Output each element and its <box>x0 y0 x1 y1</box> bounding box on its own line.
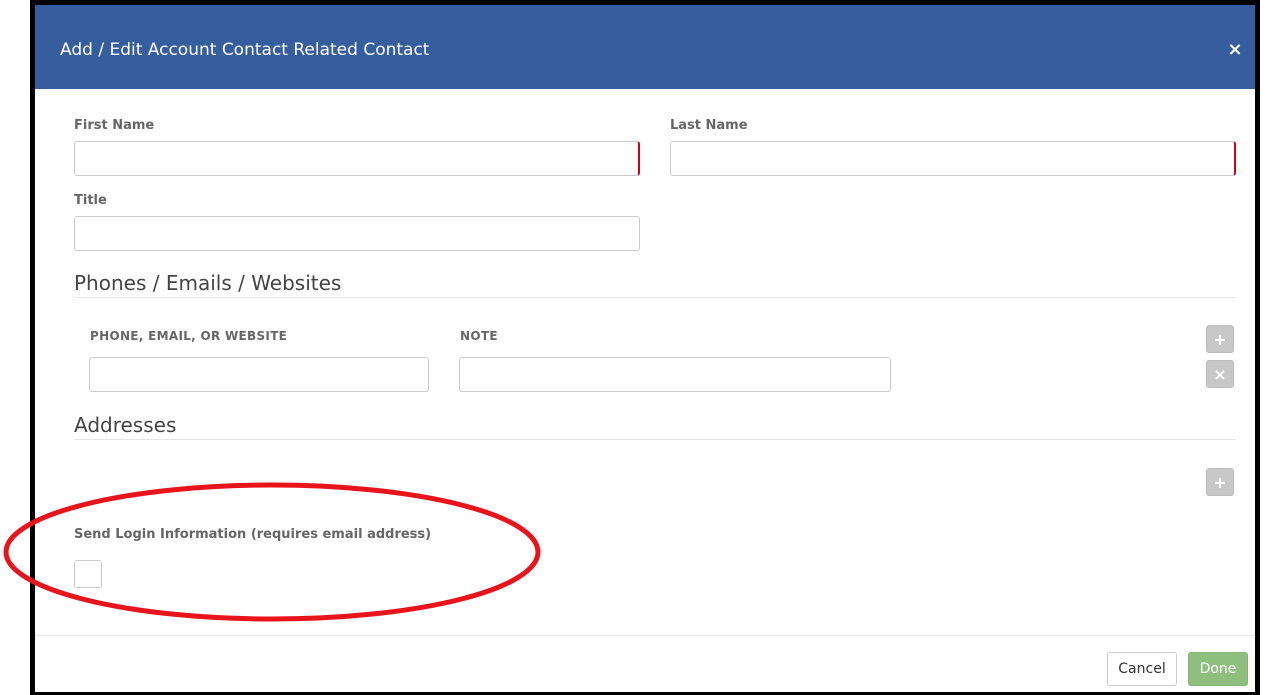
add-address-button[interactable]: + <box>1206 468 1234 496</box>
send-login-label: Send Login Information (requires email a… <box>74 527 432 542</box>
dialog-title: Add / Edit Account Contact Related Conta… <box>60 40 430 60</box>
phone-column-header: PHONE, EMAIL, OR WEBSITE <box>90 329 288 343</box>
addresses-section-divider <box>74 439 1236 440</box>
cancel-button[interactable]: Cancel <box>1107 652 1177 686</box>
footer-divider <box>35 635 1255 636</box>
first-name-field[interactable] <box>74 141 640 176</box>
last-name-field[interactable] <box>670 141 1236 176</box>
dialog: Add / Edit Account Contact Related Conta… <box>30 0 1260 695</box>
dialog-header: Add / Edit Account Contact Related Conta… <box>35 5 1255 89</box>
title-field[interactable] <box>74 216 640 251</box>
note-field[interactable] <box>459 357 891 392</box>
add-phone-button[interactable]: + <box>1206 325 1234 353</box>
note-column-header: NOTE <box>460 329 498 343</box>
addresses-section-heading: Addresses <box>74 413 177 437</box>
title-label: Title <box>74 193 107 208</box>
plus-icon: + <box>1213 473 1227 492</box>
phone-email-website-field[interactable] <box>89 357 429 392</box>
plus-icon: + <box>1213 330 1227 349</box>
phones-section-divider <box>74 297 1236 298</box>
close-icon[interactable]: × <box>1225 40 1245 60</box>
remove-icon: × <box>1213 365 1227 384</box>
last-name-label: Last Name <box>670 118 748 133</box>
first-name-label: First Name <box>74 118 155 133</box>
done-button[interactable]: Done <box>1188 652 1248 686</box>
phones-section-heading: Phones / Emails / Websites <box>74 271 342 295</box>
remove-phone-button[interactable]: × <box>1206 360 1234 388</box>
send-login-checkbox[interactable] <box>74 560 102 588</box>
